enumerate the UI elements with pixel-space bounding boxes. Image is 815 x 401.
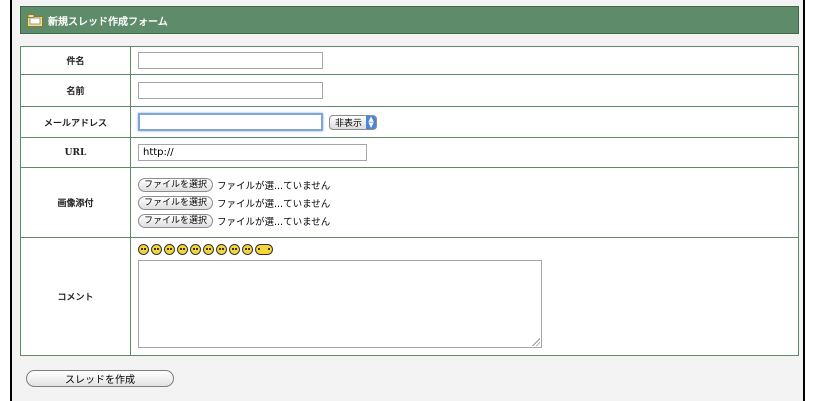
comment-textarea[interactable] [138, 260, 542, 348]
sad-face-icon[interactable] [229, 243, 240, 255]
email-input[interactable] [138, 113, 323, 131]
grin-face-icon[interactable] [190, 243, 201, 255]
email-visibility-value: 非表示 [335, 118, 363, 129]
name-input[interactable] [138, 82, 323, 99]
file-status-1: ファイルが選...ていません [217, 180, 331, 192]
name-label: 名前 [20, 74, 131, 107]
surprised-face-icon[interactable] [164, 243, 175, 255]
thread-form-table: 件名 名前 メールアドレス 非表示 ▲ ▼ URL http:// 画像添付 フ… [20, 46, 799, 356]
file-input-3: ファイルを選択 ファイルが選...ていません [138, 212, 798, 230]
comment-label: コメント [20, 237, 131, 356]
confused-face-icon[interactable] [177, 243, 188, 255]
sunglasses-face-icon[interactable] [138, 243, 149, 255]
file-input-2: ファイルを選択 ファイルが選...ていません [138, 194, 798, 212]
select-arrows-icon: ▲ ▼ [366, 115, 377, 129]
subject-label: 件名 [20, 46, 131, 75]
email-row: メールアドレス 非表示 ▲ ▼ [20, 106, 799, 138]
form-header: 新規スレッド作成フォーム [20, 6, 799, 34]
file-status-3: ファイルが選...ていません [217, 216, 331, 228]
form-title: 新規スレッド作成フォーム [48, 16, 168, 28]
folder-icon [27, 13, 43, 27]
subject-row: 件名 [20, 46, 799, 75]
image-label: 画像添付 [20, 167, 131, 238]
page-frame: 新規スレッド作成フォーム 件名 名前 メールアドレス 非表示 ▲ ▼ URL h… [10, 0, 805, 401]
email-visibility-select[interactable]: 非表示 ▲ ▼ [329, 114, 378, 130]
wink-face-icon[interactable] [242, 243, 253, 255]
email-label: メールアドレス [20, 106, 131, 138]
file-input-1: ファイルを選択 ファイルが選...ていません [138, 176, 798, 194]
resize-grip-icon[interactable] [532, 338, 540, 346]
choose-file-button-2[interactable]: ファイルを選択 [138, 195, 214, 210]
comment-row: コメント [20, 237, 799, 356]
smile-face-icon[interactable] [151, 243, 162, 255]
laugh-face-icon[interactable] [216, 243, 227, 255]
file-status-2: ファイルが選...ていません [217, 198, 331, 210]
url-row: URL http:// [20, 137, 799, 168]
subject-input[interactable] [138, 52, 323, 69]
choose-file-button-3[interactable]: ファイルを選択 [138, 213, 214, 228]
url-label: URL [20, 137, 131, 168]
tongue-face-icon[interactable] [255, 243, 273, 255]
url-input[interactable]: http:// [138, 144, 367, 161]
emoticon-bar [138, 241, 798, 257]
name-row: 名前 [20, 74, 799, 107]
image-row: 画像添付 ファイルを選択 ファイルが選...ていません ファイルを選択 ファイル… [20, 167, 799, 238]
happy-face-icon[interactable] [203, 243, 214, 255]
choose-file-button-1[interactable]: ファイルを選択 [138, 177, 214, 192]
create-thread-button[interactable]: スレッドを作成 [26, 370, 174, 387]
